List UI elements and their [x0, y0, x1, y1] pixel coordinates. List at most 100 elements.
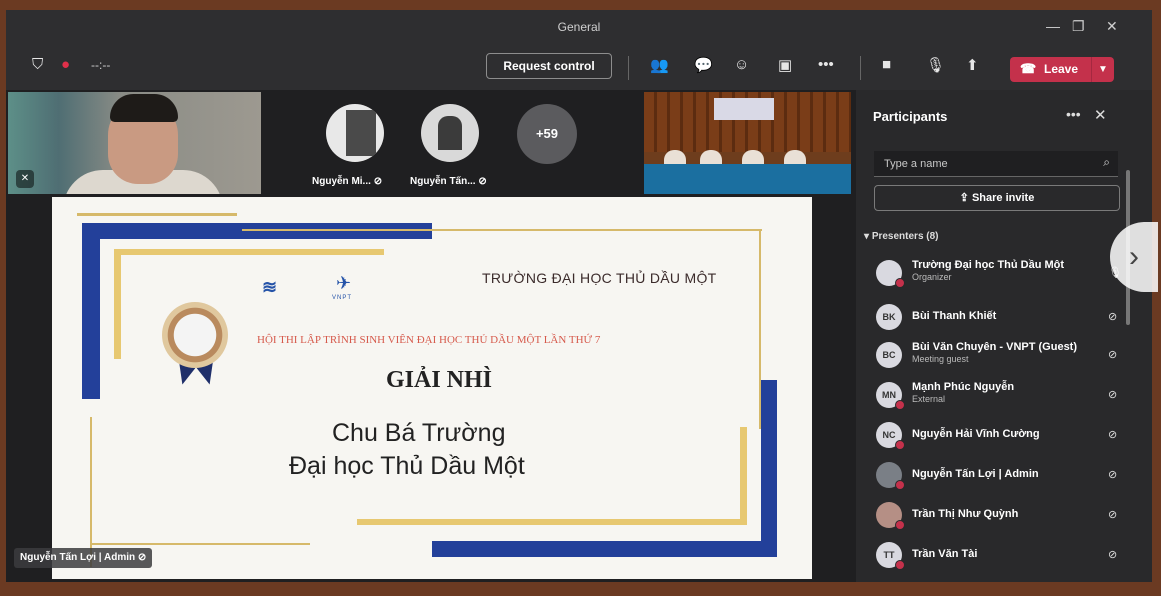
slide-decoration [761, 380, 777, 557]
participant-row[interactable]: Trần Thị Như Quỳnh ⊘ [874, 496, 1134, 534]
people-icon[interactable]: 👥 [650, 56, 669, 74]
participant-name: Mạnh Phúc Nguyễn [912, 381, 1015, 393]
slide-decoration [90, 543, 310, 545]
participant-row[interactable]: BC Bùi Văn Chuyên - VNPT (Guest) Meeting… [874, 336, 1134, 374]
avatar-name: Nguyễn Mi... ⊘ [312, 176, 383, 187]
status-dot [895, 400, 905, 410]
participant-video[interactable]: ✕ [8, 92, 261, 194]
share-icon: ⇪ [959, 192, 969, 204]
close-window-icon[interactable]: ✕ [1106, 18, 1118, 35]
participant-row[interactable]: BK Bùi Thanh Khiết ⊘ [874, 298, 1134, 336]
participant-row[interactable]: Trường Đại học Thủ Dầu Một Organizer 🎙 [874, 254, 1134, 292]
mic-off-icon: ⊘ [1108, 429, 1118, 441]
participant-name: Nguyễn Hải Vĩnh Cường [912, 428, 1040, 440]
university-logo: ≋ [262, 277, 278, 297]
chat-icon[interactable]: 💬 [694, 56, 713, 74]
participant-row[interactable]: Nguyễn Tấn Lợi | Admin ⊘ [874, 456, 1134, 494]
avatar-name: Nguyễn Tấn... ⊘ [410, 176, 487, 187]
request-control-button[interactable]: Request control [486, 53, 612, 79]
status-dot [895, 278, 905, 288]
mic-off-icon: ✕ [16, 170, 34, 188]
participant-row[interactable]: MN Mạnh Phúc Nguyễn External ⊘ [874, 376, 1134, 414]
participant-avatar[interactable] [421, 104, 479, 162]
leave-button[interactable]: ☎ Leave ▼ [1010, 57, 1114, 82]
shield-icon: ⛉ [32, 56, 44, 73]
rooms-icon[interactable]: ▣ [778, 56, 792, 74]
toolbar-divider [860, 56, 861, 80]
more-options-icon[interactable]: ••• [1066, 106, 1081, 122]
room-video[interactable] [644, 92, 851, 194]
search-box: ⌕ [874, 151, 1118, 177]
recording-icon: ● [61, 56, 71, 73]
participant-row[interactable]: TT Trần Văn Tài ⊘ [874, 536, 1134, 574]
participant-name: Bùi Văn Chuyên - VNPT (Guest) [912, 341, 1078, 353]
phone-icon: ☎ [1020, 61, 1037, 76]
mic-off-icon: ⊘ [1108, 389, 1118, 401]
meeting-timer: --:-- [91, 58, 111, 72]
participants-panel: Participants ••• ✕ ⌕ ⇪ Share invite ▾ Pr… [856, 90, 1152, 582]
participant-avatar[interactable] [326, 104, 384, 162]
participant-name: Trần Văn Tài [912, 548, 978, 560]
participant-role: Meeting guest [912, 354, 969, 364]
status-dot [895, 560, 905, 570]
more-participants-button[interactable]: +59 [517, 104, 577, 164]
window-title: General [557, 20, 601, 34]
chevron-down-icon[interactable]: ▼ [1091, 57, 1114, 82]
slide-decoration [432, 541, 777, 557]
participant-row[interactable]: NC Nguyễn Hải Vĩnh Cường ⊘ [874, 416, 1134, 454]
participant-role: Organizer [912, 272, 952, 282]
chevron-down-icon: ▾ [864, 231, 870, 242]
mic-off-icon: ⊘ [478, 176, 487, 187]
title-bar: General — ❐ ✕ [6, 10, 1152, 44]
slide-decoration [114, 249, 384, 255]
mic-off-icon: ⊘ [1108, 349, 1118, 361]
participant-name: Bùi Thanh Khiết [912, 310, 997, 322]
panel-title: Participants [873, 109, 948, 124]
minimize-icon[interactable]: — [1046, 18, 1060, 34]
avatar: BC [876, 342, 902, 368]
slide-award: GIẢI NHÌ [386, 367, 493, 393]
participant-name: Trường Đại học Thủ Dầu Một [912, 259, 1065, 271]
mic-off-icon: ⊘ [1108, 311, 1118, 323]
camera-icon[interactable]: ■ [882, 56, 891, 73]
avatar: BK [876, 304, 902, 330]
share-invite-button[interactable]: ⇪ Share invite [874, 185, 1120, 211]
participant-name: Nguyễn Tấn Lợi | Admin [912, 468, 1039, 480]
slide-decoration [740, 427, 747, 525]
slide-decoration [114, 249, 121, 359]
video-figure [110, 94, 178, 122]
toolbar-divider [628, 56, 629, 80]
reactions-icon[interactable]: ☺ [734, 56, 749, 73]
mic-off-icon: ⊘ [1108, 469, 1118, 481]
slide-decoration [82, 223, 432, 239]
participant-name: Trần Thị Như Quỳnh [912, 508, 1019, 520]
share-screen-icon[interactable]: ⬆ [966, 56, 979, 74]
status-dot [895, 440, 905, 450]
slide-decoration [77, 213, 237, 216]
presenters-section[interactable]: ▾ Presenters (8) [864, 231, 939, 242]
slide-university: Đại học Thủ Dầu Một [289, 452, 525, 480]
teams-window: General — ❐ ✕ ⛉ ● --:-- Request control … [6, 10, 1152, 582]
more-actions-icon[interactable]: ••• [818, 56, 834, 73]
search-icon[interactable]: ⌕ [1103, 155, 1110, 170]
slide-contest: HỘI THI LẬP TRÌNH SINH VIÊN ĐẠI HỌC THỦ … [257, 334, 601, 346]
mic-off-icon: ⊘ [1108, 509, 1118, 521]
status-dot [895, 520, 905, 530]
meeting-stage: ✕ Nguyễn Mi... ⊘ Nguyễn Tấn... ⊘ +59 ≋ ✈… [6, 90, 856, 582]
medal-icon [162, 302, 228, 368]
mic-off-icon: ⊘ [373, 176, 383, 187]
leave-label: Leave [1044, 62, 1079, 76]
vnpt-logo: ✈ VNPT [332, 273, 353, 301]
close-icon[interactable]: ✕ [1094, 106, 1107, 124]
slide-decoration [357, 519, 747, 525]
mic-off-icon: ⊘ [137, 552, 147, 563]
participant-role: External [912, 394, 946, 404]
search-input[interactable] [882, 155, 1086, 173]
meeting-toolbar: ⛉ ● --:-- Request control 👥 💬 ☺ ▣ ••• ■ … [6, 44, 1152, 90]
shared-slide: ≋ ✈ VNPT TRƯỜNG ĐẠI HỌC THỦ DẦU MỘT HỘI T… [52, 197, 812, 579]
slide-school: TRƯỜNG ĐẠI HỌC THỦ DẦU MỘT [482, 270, 717, 286]
slide-decoration [242, 229, 762, 231]
presenter-badge: Nguyễn Tấn Lợi | Admin ⊘ [14, 548, 153, 568]
maximize-icon[interactable]: ❐ [1072, 18, 1085, 35]
microphone-icon[interactable]: 🎙 [926, 56, 945, 74]
